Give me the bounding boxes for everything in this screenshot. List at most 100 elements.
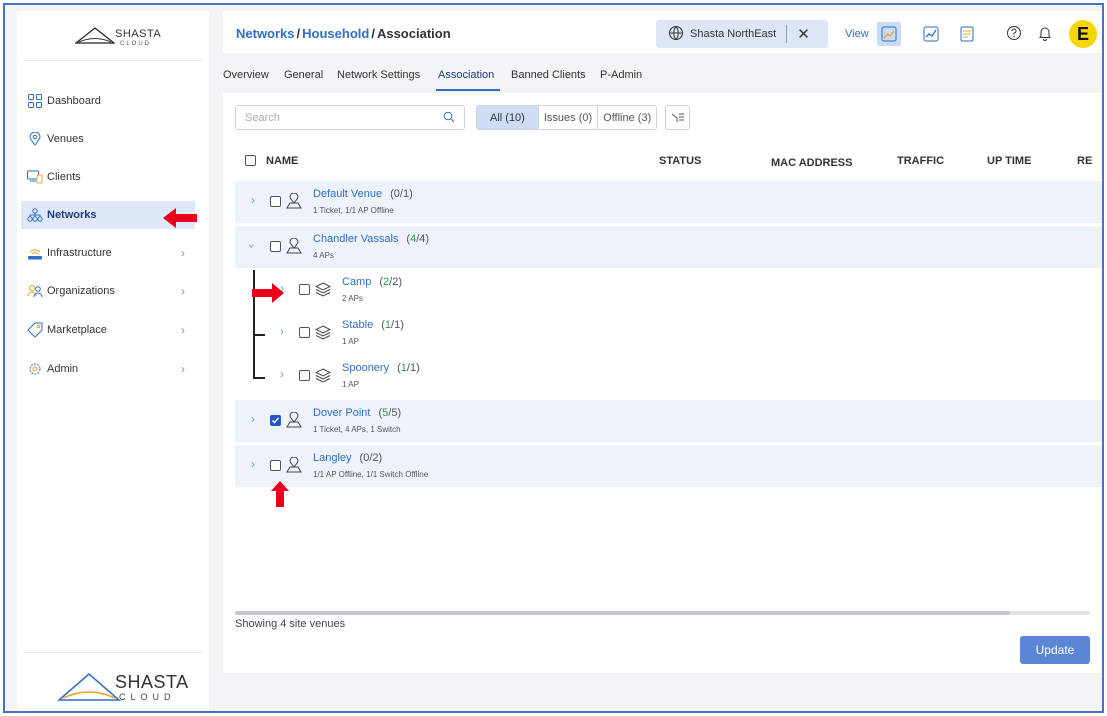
chevron-right-icon[interactable]: ›: [280, 324, 284, 338]
chevron-right-icon[interactable]: ›: [251, 193, 255, 207]
row-checkbox[interactable]: [299, 370, 310, 381]
view-chart-button[interactable]: [919, 22, 943, 46]
shasta-logo-top[interactable]: SHASTA CLOUD: [75, 21, 165, 49]
sidebar-item-marketplace[interactable]: Marketplace ›: [21, 316, 195, 344]
venue-count: (0/1): [390, 188, 413, 200]
venue-name[interactable]: Default Venue (0/1): [313, 188, 413, 200]
venue-summary: 1 AP: [342, 380, 359, 389]
table-row[interactable]: › Camp (2/2) 2 APs: [235, 269, 1102, 311]
table-row[interactable]: › Dover Point (5/5) 1 Ticket, 4 APs, 1 Sw…: [235, 400, 1102, 442]
chevron-right-icon[interactable]: ›: [251, 412, 255, 426]
venue-name-text: Stable: [342, 319, 374, 331]
annotation-arrow-left-icon: [163, 208, 197, 228]
table-row[interactable]: › Default Venue (0/1) 1 Ticket, 1/1 AP Of…: [235, 181, 1102, 223]
scrollbar-thumb[interactable]: [235, 611, 1010, 615]
table-row[interactable]: › Chandler Vassals (4/4) 4 APs: [235, 226, 1102, 268]
close-icon[interactable]: ✕: [797, 25, 810, 43]
tab-overview[interactable]: Overview: [223, 69, 269, 81]
breadcrumb-networks[interactable]: Networks: [236, 26, 295, 41]
venue-count: (1/1): [381, 319, 404, 331]
sidebar-item-label: Marketplace: [47, 324, 107, 336]
network-tree-icon: [27, 207, 43, 223]
sub-venue-name[interactable]: Stable (1/1): [342, 319, 404, 331]
update-button[interactable]: Update: [1020, 636, 1090, 664]
view-map-button[interactable]: [877, 22, 901, 46]
count-close: ): [425, 233, 430, 245]
venue-count: (1/1): [397, 362, 420, 374]
row-checkbox[interactable]: [299, 327, 310, 338]
avatar[interactable]: E: [1069, 20, 1097, 48]
table-row[interactable]: › Stable (1/1) 1 AP: [235, 312, 1102, 354]
tab-banned-clients[interactable]: Banned Clients: [511, 69, 586, 81]
venue-name-text: Langley: [313, 452, 352, 464]
annotation-arrow-up-icon: [271, 481, 289, 507]
search-icon: [443, 111, 455, 123]
venue-name-text: Default Venue: [313, 188, 383, 200]
venue-name[interactable]: Dover Point (5/5): [313, 407, 401, 419]
venue-name[interactable]: Chandler Vassals (4/4): [313, 233, 429, 245]
row-checkbox[interactable]: [299, 284, 310, 295]
venue-name[interactable]: Langley (0/2): [313, 452, 382, 464]
breadcrumb-current: Association: [376, 26, 451, 41]
row-checkbox[interactable]: [270, 460, 281, 471]
horizontal-scrollbar[interactable]: [235, 611, 1090, 615]
tab-network-settings[interactable]: Network Settings: [337, 69, 420, 81]
filter-settings-button[interactable]: [665, 105, 690, 130]
sidebar-item-dashboard[interactable]: Dashboard: [21, 87, 195, 115]
venue-pin-icon: [286, 457, 302, 473]
chevron-right-icon[interactable]: ›: [251, 457, 255, 471]
select-all-checkbox[interactable]: [245, 155, 256, 166]
tab-p-admin[interactable]: P-Admin: [600, 69, 642, 81]
app-window: SHASTA CLOUD Dashboard Venues Clients Ne…: [3, 3, 1104, 713]
view-report-button[interactable]: [955, 22, 979, 46]
logo-brand-text: SHASTA: [115, 672, 189, 692]
logo-sub-text: CLOUD: [120, 41, 152, 47]
table-row[interactable]: › Spoonery (1/1) 1 AP: [235, 355, 1102, 397]
tab-association[interactable]: Association: [438, 69, 494, 81]
search-input[interactable]: Search: [235, 105, 465, 130]
venue-summary: 4 APs: [313, 251, 334, 260]
shasta-logo-bottom: SHASTA CLOUD: [57, 666, 189, 706]
sidebar-item-venues[interactable]: Venues: [21, 125, 195, 153]
chevron-right-icon[interactable]: ›: [280, 367, 284, 381]
breadcrumb-household[interactable]: Household: [302, 26, 369, 41]
sub-venue-name[interactable]: Camp (2/2): [342, 276, 402, 288]
stack-layers-icon: [315, 325, 331, 340]
venue-summary: 1 Ticket, 1/1 AP Offline: [313, 206, 394, 215]
mountain-logo-icon: [57, 673, 121, 701]
chevron-right-icon: ›: [181, 362, 185, 376]
filter-offline[interactable]: Offline (3): [598, 106, 656, 129]
count-close: ): [416, 362, 420, 374]
tab-general[interactable]: General: [284, 69, 323, 81]
report-view-icon: [960, 26, 974, 42]
sidebar-item-clients[interactable]: Clients: [21, 163, 195, 191]
sidebar-item-admin[interactable]: Admin ›: [21, 355, 195, 383]
venue-name-text: Chandler Vassals: [313, 233, 399, 245]
help-icon[interactable]: [1006, 25, 1022, 41]
chevron-down-icon[interactable]: ›: [245, 244, 259, 248]
org-selector[interactable]: Shasta NorthEast ✕: [656, 20, 828, 48]
count-close: ): [398, 276, 402, 288]
map-pin-icon: [27, 131, 43, 147]
col-traffic: TRAFFIC: [897, 155, 945, 167]
map-view-icon: [881, 26, 897, 42]
logo-brand-text: SHASTA: [115, 28, 162, 40]
row-checkbox[interactable]: [270, 196, 281, 207]
row-checkbox-checked[interactable]: [270, 415, 281, 426]
sidebar-item-organizations[interactable]: Organizations ›: [21, 277, 195, 305]
filter-all[interactable]: All (10): [477, 106, 539, 129]
sidebar-item-label: Dashboard: [47, 95, 101, 107]
sidebar-item-label: Networks: [47, 209, 97, 221]
logo-sub-text: CLOUD: [119, 692, 176, 702]
sidebar-item-infrastructure[interactable]: Infrastructure ›: [21, 239, 195, 267]
chevron-right-icon: ›: [181, 246, 185, 260]
table-row[interactable]: › Langley (0/2) 1/1 AP Offline, 1/1 Switc…: [235, 445, 1102, 487]
filter-issues[interactable]: Issues (0): [539, 106, 599, 129]
venue-count: (5/5): [378, 407, 401, 419]
chevron-right-icon: ›: [181, 323, 185, 337]
bell-icon[interactable]: [1037, 25, 1053, 41]
sidebar-item-label: Infrastructure: [47, 247, 112, 259]
sub-venue-name[interactable]: Spoonery (1/1): [342, 362, 420, 374]
count-close: ): [397, 407, 402, 419]
row-checkbox[interactable]: [270, 241, 281, 252]
